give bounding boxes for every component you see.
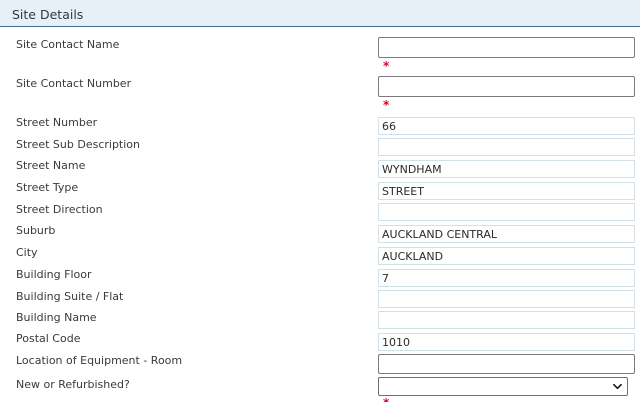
street-number-label: Street Number	[16, 116, 98, 129]
city-input[interactable]	[378, 247, 635, 265]
building-suite-flat-label: Building Suite / Flat	[16, 290, 124, 303]
building-suite-flat-input[interactable]	[378, 290, 635, 308]
site-contact-number-label: Site Contact Number	[16, 77, 132, 90]
street-direction-input[interactable]	[378, 203, 635, 221]
location-of-equipment-input[interactable]	[378, 354, 635, 374]
street-number-input[interactable]	[378, 117, 635, 135]
city-label: City	[16, 246, 38, 259]
section-title: Site Details	[12, 7, 84, 22]
new-or-refurbished-select[interactable]	[378, 377, 628, 396]
street-direction-label: Street Direction	[16, 203, 103, 216]
location-of-equipment-label: Location of Equipment - Room	[16, 354, 183, 367]
building-floor-label: Building Floor	[16, 268, 92, 281]
site-contact-name-input[interactable]	[378, 37, 635, 58]
postal-code-input[interactable]	[378, 333, 635, 351]
postal-code-label: Postal Code	[16, 332, 81, 345]
suburb-input[interactable]	[378, 225, 635, 243]
chevron-down-icon	[613, 383, 622, 390]
site-contact-name-label: Site Contact Name	[16, 38, 120, 51]
street-type-label: Street Type	[16, 181, 79, 194]
required-marker: *	[383, 397, 389, 402]
street-name-label: Street Name	[16, 159, 86, 172]
site-contact-number-input[interactable]	[378, 76, 635, 97]
street-type-input[interactable]	[378, 182, 635, 200]
building-name-label: Building Name	[16, 311, 97, 324]
street-sub-description-label: Street Sub Description	[16, 138, 141, 151]
street-sub-description-input[interactable]	[378, 138, 635, 156]
street-name-input[interactable]	[378, 160, 635, 178]
required-marker: *	[383, 98, 390, 112]
required-marker: *	[383, 59, 390, 73]
section-header: Site Details	[0, 0, 640, 27]
building-name-input[interactable]	[378, 311, 635, 329]
building-floor-input[interactable]	[378, 269, 635, 287]
suburb-label: Suburb	[16, 224, 56, 237]
new-or-refurbished-label: New or Refurbished?	[16, 378, 130, 391]
